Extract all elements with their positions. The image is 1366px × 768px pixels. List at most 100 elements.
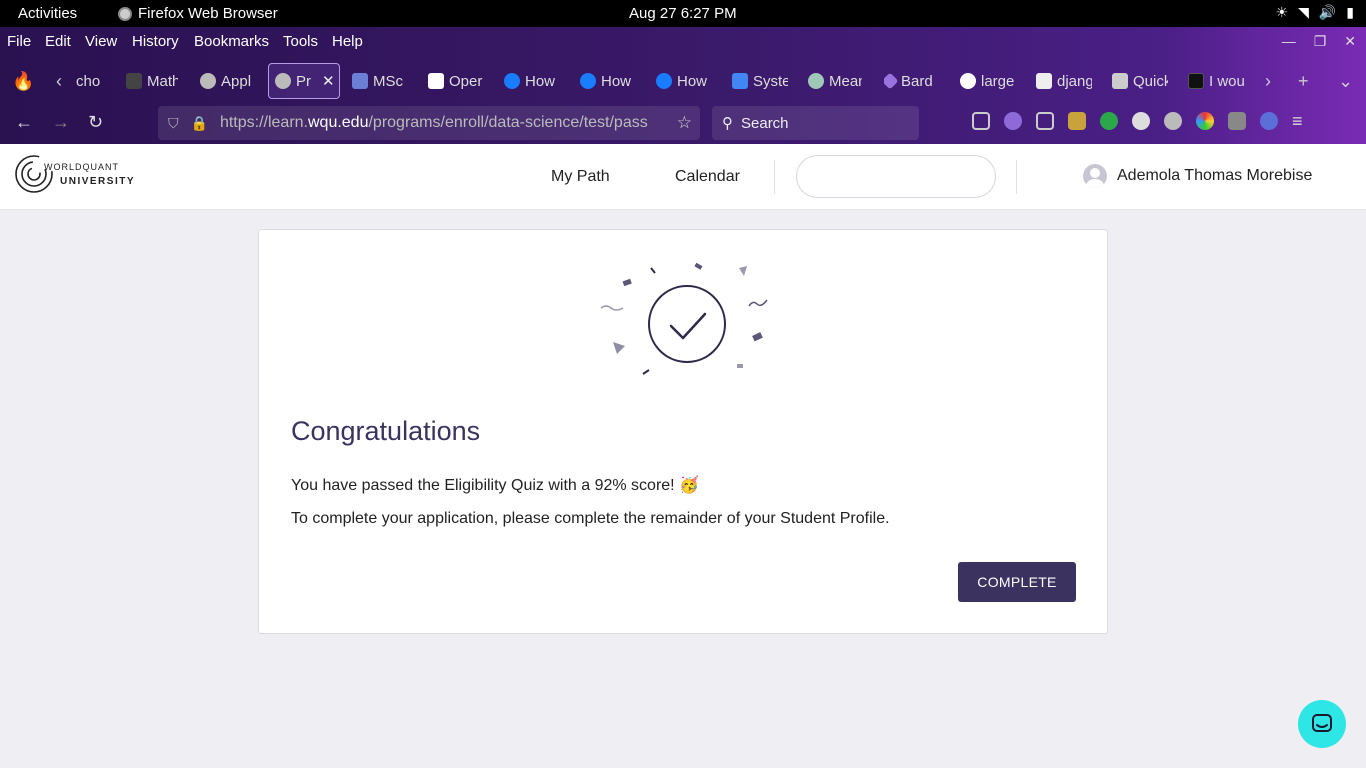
forward-icon[interactable]: → [52, 112, 70, 133]
back-icon[interactable]: ← [15, 112, 33, 133]
minimize-icon[interactable]: — [1282, 33, 1296, 50]
chat-icon [1312, 714, 1332, 732]
tab-item[interactable]: How [656, 63, 710, 99]
tab-item[interactable]: How [504, 63, 558, 99]
tab-item[interactable]: cho [76, 63, 108, 99]
tab-item[interactable]: How [580, 63, 634, 99]
system-top-bar: Activities Firefox Web Browser Aug 27 6:… [0, 0, 1366, 27]
wifi-icon: ◥ [1298, 4, 1309, 20]
tab-item[interactable]: Mean [808, 63, 862, 99]
hamburger-menu-icon[interactable]: ≡ [1292, 112, 1310, 130]
new-tab-icon[interactable]: + [1298, 71, 1309, 92]
search-icon: ⚲ [722, 115, 733, 132]
tab-favicon [960, 73, 976, 89]
window-controls: — ❐ ✕ [1282, 33, 1356, 50]
tab-favicon [200, 73, 216, 89]
user-name: Ademola Thomas Morebise [1117, 167, 1313, 184]
tab-item[interactable]: djang [1036, 63, 1092, 99]
user-menu[interactable]: Ademola Thomas Morebise [1083, 164, 1312, 188]
extension-toolbar: ≡ [972, 112, 1310, 130]
tab-item[interactable]: Math [126, 63, 178, 99]
tab-favicon [656, 73, 672, 89]
logo-wordmark-bottom: UNIVERSITY [60, 176, 136, 187]
tab-favicon [275, 73, 291, 89]
brightness-icon: ☀ [1275, 4, 1289, 20]
result-card: Congratulations You have passed the Elig… [258, 229, 1108, 634]
menu-edit[interactable]: Edit [45, 33, 71, 50]
divider [774, 160, 775, 194]
tab-favicon [126, 73, 142, 89]
tab-item[interactable]: Quick [1112, 63, 1168, 99]
globe-icon[interactable] [1260, 112, 1278, 130]
tracking-shield-icon[interactable]: ⛉ [168, 115, 179, 132]
site-search-input[interactable] [796, 155, 996, 198]
menu-bar: File Edit View History Bookmarks Tools H… [0, 27, 1366, 55]
pocket-icon[interactable] [972, 112, 990, 130]
tab-favicon [580, 73, 596, 89]
firefox-icon [118, 6, 132, 21]
app-menu[interactable]: Firefox Web Browser [118, 5, 278, 22]
pen-icon[interactable] [1228, 112, 1246, 130]
extension-icon[interactable] [1196, 112, 1214, 130]
tab-item[interactable]: large [960, 63, 1016, 99]
menu-bookmarks[interactable]: Bookmarks [194, 33, 269, 50]
navigation-bar: ← → ↻ ⛉ 🔒 https://learn.wqu.edu/programs… [0, 103, 1366, 143]
tab-item[interactable]: MSc [352, 63, 408, 99]
extensions-icon[interactable] [1036, 112, 1054, 130]
menu-view[interactable]: View [85, 33, 117, 50]
address-bar[interactable]: ⛉ 🔒 https://learn.wqu.edu/programs/enrol… [158, 106, 700, 140]
tab-favicon [1188, 73, 1204, 89]
reload-icon[interactable]: ↻ [88, 112, 103, 133]
search-bar[interactable]: ⚲ Search [712, 106, 919, 140]
extension-icon[interactable] [1132, 112, 1150, 130]
menu-history[interactable]: History [132, 33, 179, 50]
app-name: Firefox Web Browser [138, 5, 278, 22]
logo-mark-icon [15, 155, 53, 193]
tab-item[interactable]: Bard [884, 63, 940, 99]
extension-icon[interactable] [1068, 112, 1086, 130]
score-message: You have passed the Eligibility Quiz wit… [291, 477, 699, 494]
tab-strip: 🔥 ‹ cho Math Appl Pr ✕ MSc Oper How How H… [0, 63, 1366, 99]
extension-icon[interactable] [1100, 112, 1118, 130]
nav-my-path[interactable]: My Path [551, 168, 610, 186]
restore-icon[interactable]: ❐ [1314, 33, 1327, 50]
bookmark-star-icon[interactable]: ☆ [677, 113, 692, 133]
gear-icon[interactable] [1164, 112, 1182, 130]
tab-item[interactable]: Appl [200, 63, 254, 99]
system-tray[interactable]: ☀ ◥ 🔊 ▮ [1276, 4, 1355, 21]
success-check-illustration [600, 262, 768, 375]
tab-scroll-right-icon[interactable]: › [1265, 71, 1271, 92]
list-tabs-icon[interactable]: ⌄ [1338, 71, 1353, 92]
tab-favicon [352, 73, 368, 89]
account-icon[interactable] [1004, 112, 1022, 130]
lock-icon[interactable]: 🔒 [191, 115, 208, 132]
close-tab-icon[interactable]: ✕ [322, 72, 335, 90]
browser-chrome: File Edit View History Bookmarks Tools H… [0, 27, 1366, 144]
tab-item[interactable]: I wou [1188, 63, 1244, 99]
url-text[interactable]: https://learn.wqu.edu/programs/enroll/da… [220, 114, 648, 132]
close-window-icon[interactable]: ✕ [1344, 33, 1356, 50]
instruction-message: To complete your application, please com… [291, 510, 890, 527]
page-title: Congratulations [291, 416, 481, 446]
firefox-view-icon[interactable]: 🔥 [12, 71, 34, 92]
menu-tools[interactable]: Tools [283, 33, 318, 50]
clock[interactable]: Aug 27 6:27 PM [629, 5, 737, 22]
tab-scroll-left-icon[interactable]: ‹ [56, 71, 62, 92]
menu-help[interactable]: Help [332, 33, 363, 50]
logo[interactable]: WORLDQUANT UNIVERSITY [14, 154, 144, 196]
menu-file[interactable]: File [7, 33, 31, 50]
tab-favicon [884, 72, 899, 90]
complete-button[interactable]: COMPLETE [958, 562, 1076, 602]
tab-favicon [1036, 73, 1052, 89]
avatar [1083, 164, 1107, 188]
logo-wordmark-top: WORLDQUANT [44, 162, 119, 172]
tab-item[interactable]: Syste [732, 63, 788, 99]
site-header: WORLDQUANT UNIVERSITY My Path Calendar A… [0, 144, 1366, 210]
tab-item-active[interactable]: Pr ✕ [268, 63, 340, 99]
tab-item[interactable]: Oper [428, 63, 484, 99]
activities-button[interactable]: Activities [18, 5, 77, 22]
nav-calendar[interactable]: Calendar [675, 168, 740, 186]
chat-launcher-button[interactable] [1298, 700, 1346, 748]
tab-favicon [808, 73, 824, 89]
tab-favicon [1112, 73, 1128, 89]
